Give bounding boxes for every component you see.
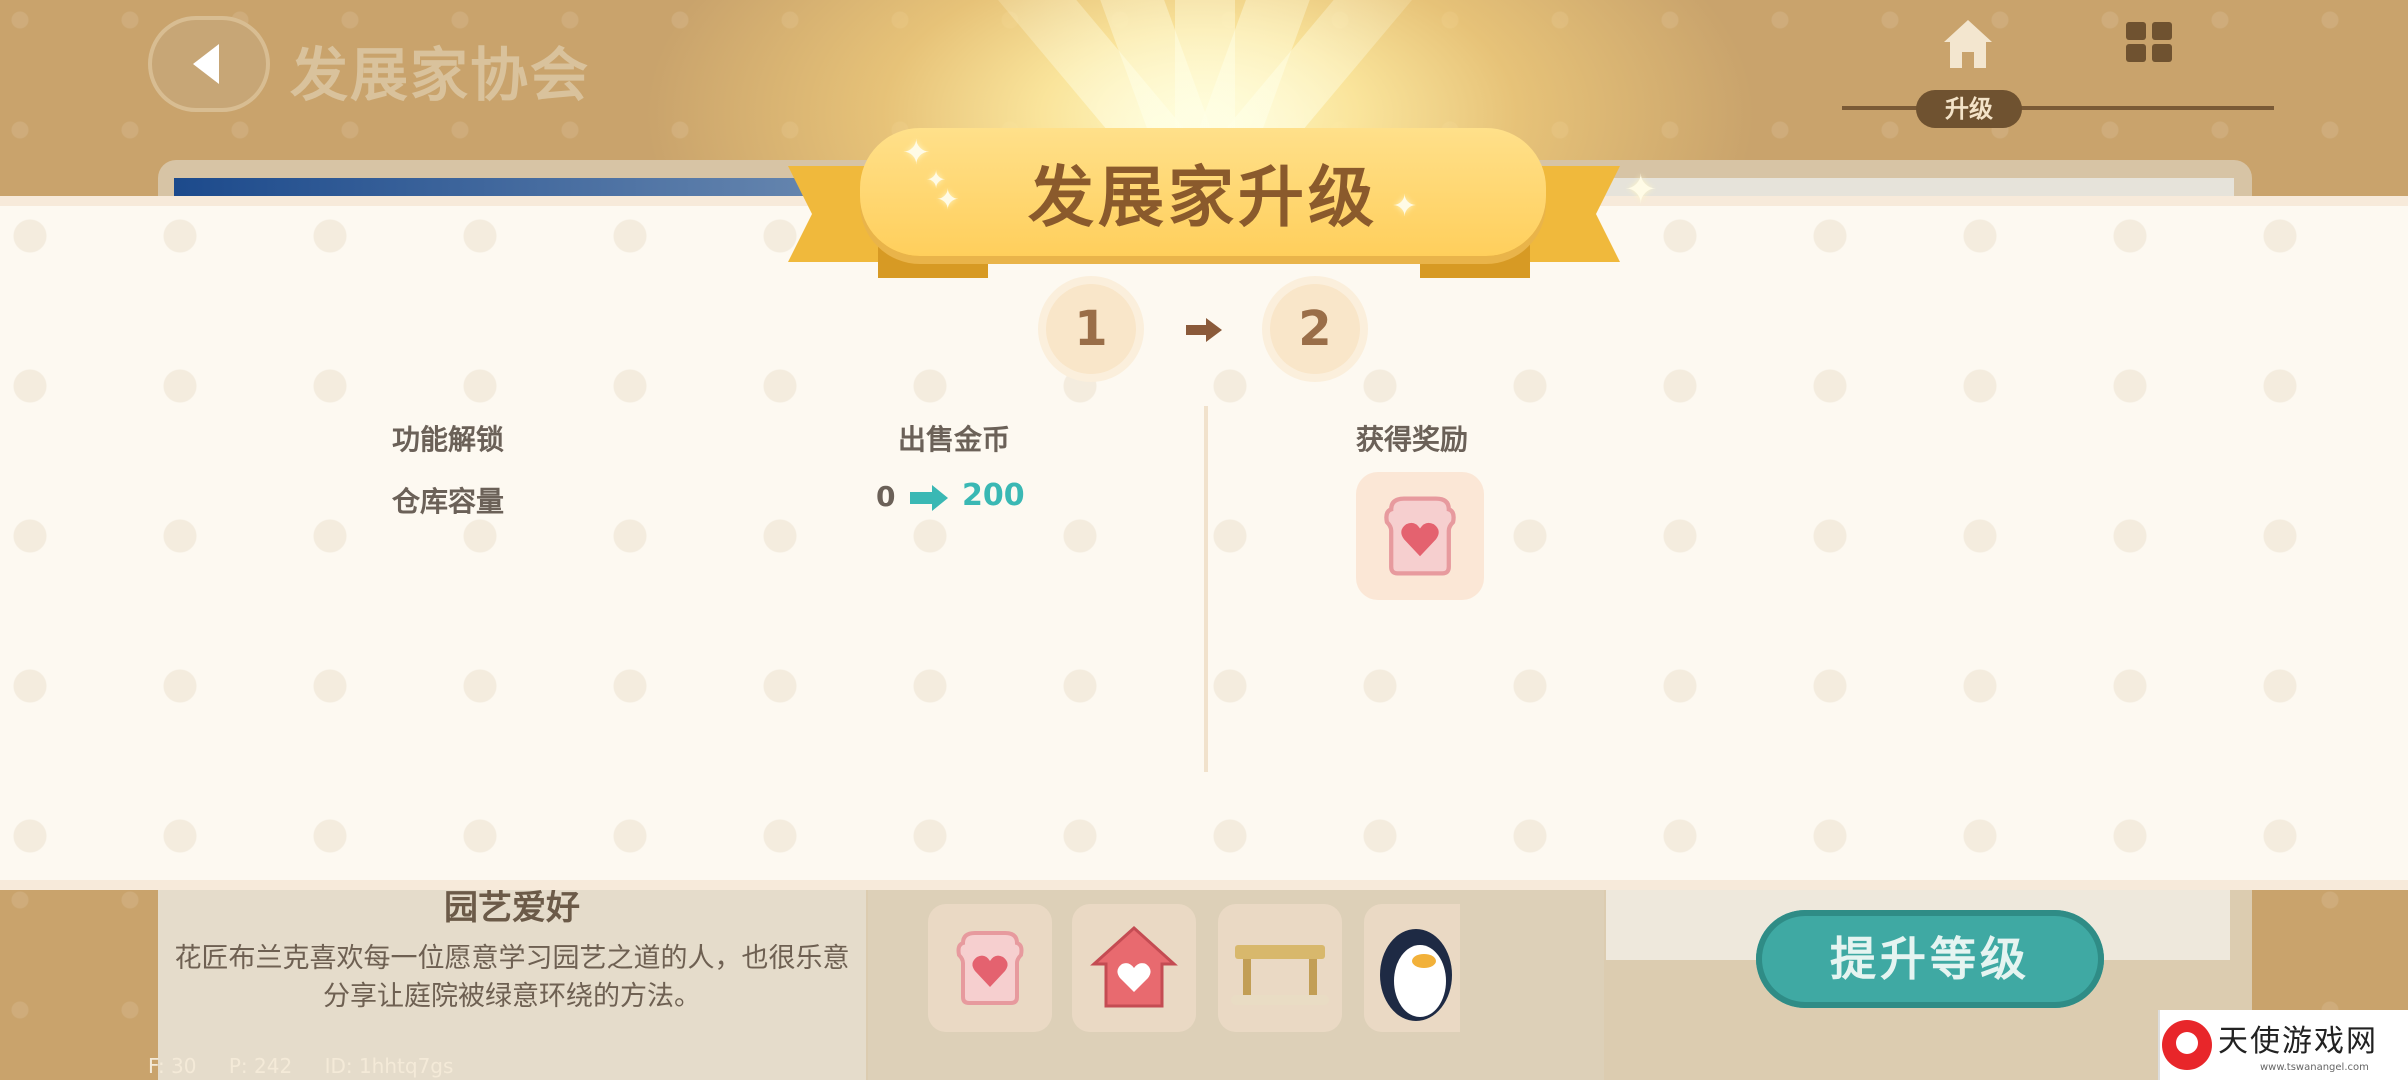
back-chevron-icon bbox=[193, 44, 219, 84]
level-to-badge: 2 bbox=[1270, 284, 1360, 374]
arrow-right-icon bbox=[1186, 318, 1222, 342]
row-warehouse-capacity: 仓库容量 bbox=[392, 485, 505, 518]
watermark-url: www.tswanangel.com bbox=[2260, 1062, 2369, 1073]
header-function-unlock: 功能解锁 bbox=[392, 423, 505, 456]
debug-p: P: 242 bbox=[228, 1054, 293, 1078]
level-from-badge: 1 bbox=[1046, 284, 1136, 374]
penguin-icon bbox=[1380, 929, 1452, 1021]
tab-underline bbox=[1842, 106, 2274, 110]
item-heart-toast[interactable] bbox=[928, 904, 1052, 1032]
teal-arrow-icon bbox=[910, 485, 948, 511]
reward-item[interactable] bbox=[1356, 472, 1484, 600]
watermark-text: 天使游戏网 bbox=[2218, 1024, 2378, 1059]
capacity-to: 200 bbox=[962, 478, 1025, 513]
screen-title: 发展家协会 bbox=[290, 41, 591, 109]
upgrade-level-button[interactable]: 提升等级 bbox=[1756, 910, 2104, 1008]
wooden-bench-icon bbox=[1231, 945, 1329, 1005]
heart-toast-icon bbox=[1384, 496, 1456, 576]
heart-house-icon bbox=[1090, 925, 1178, 1008]
sparkle-icon: ✦ bbox=[902, 133, 931, 173]
sparkle-icon: ✦ bbox=[1624, 167, 1658, 213]
item-wooden-bench[interactable] bbox=[1218, 904, 1342, 1032]
item-penguin[interactable] bbox=[1364, 904, 1460, 1032]
sparkle-icon: ✦ bbox=[1392, 189, 1418, 224]
capacity-from: 0 bbox=[876, 480, 896, 513]
item-heart-house[interactable] bbox=[1072, 904, 1196, 1032]
header-sell-coins: 出售金币 bbox=[898, 423, 1011, 456]
debug-info: F: 30 P: 242 ID: 1hhtq7gs bbox=[148, 1054, 479, 1078]
modal-title: 发展家升级 bbox=[1028, 159, 1378, 236]
sparkle-icon: ✦ bbox=[936, 183, 960, 216]
modal-divider bbox=[1204, 406, 1208, 772]
hobby-description: 花匠布兰克喜欢每一位愿意学习园艺之道的人，也很乐意分享让庭院被绿意环绕的方法。 bbox=[174, 943, 850, 1012]
header-rewards: 获得奖励 bbox=[1356, 423, 1469, 456]
cards-icon[interactable] bbox=[2122, 20, 2176, 64]
heart-toast-icon bbox=[956, 931, 1024, 1005]
debug-id: ID: 1hhtq7gs bbox=[324, 1054, 454, 1078]
back-button[interactable] bbox=[148, 16, 270, 112]
tab-upgrade[interactable]: 升级 bbox=[1916, 90, 2022, 128]
home-icon[interactable] bbox=[1940, 16, 1996, 72]
title-banner: 发展家升级 bbox=[860, 128, 1546, 256]
watermark-logo bbox=[2162, 1020, 2212, 1070]
debug-f: F: 30 bbox=[148, 1054, 197, 1078]
